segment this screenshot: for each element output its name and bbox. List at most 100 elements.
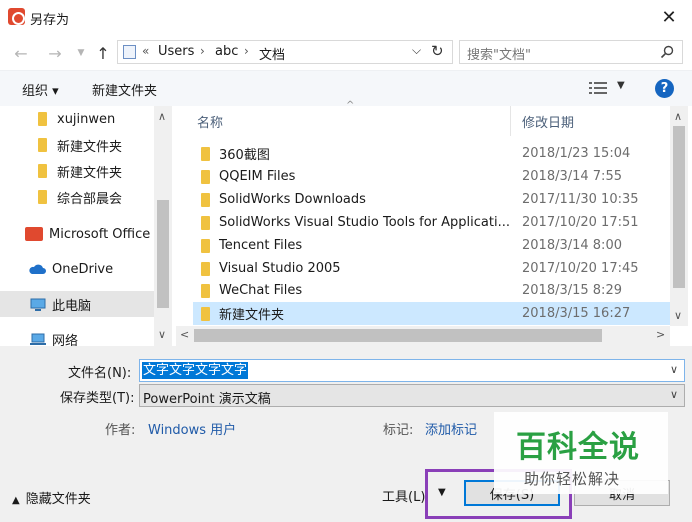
- filename-label: 文件名(N):: [68, 366, 132, 381]
- hide-folders-toggle[interactable]: ▲ 隐藏文件夹: [12, 488, 91, 507]
- scroll-up-icon[interactable]: ∧: [158, 110, 166, 123]
- address-bar[interactable]: « Users › abc › 文档 ⌵ ↻: [117, 40, 453, 64]
- breadcrumb-documents[interactable]: 文档: [259, 44, 285, 63]
- recent-locations-button[interactable]: ▼: [70, 42, 92, 64]
- column-header-name[interactable]: 名称: [197, 112, 223, 131]
- organize-menu[interactable]: 组织 ▾: [22, 80, 59, 99]
- sidebar-item-label: OneDrive: [52, 261, 114, 277]
- save-type-select[interactable]: PowerPoint 演示文稿 ∨: [139, 384, 685, 407]
- sidebar-item-label: 综合部晨会: [57, 191, 123, 207]
- breadcrumb-overflow[interactable]: «: [142, 44, 149, 58]
- file-list: ^ 名称 修改日期 360截图 2018/1/23 15:04 QQEIM Fi…: [176, 100, 692, 346]
- chevron-down-icon: ▼: [77, 48, 85, 58]
- sidebar-scrollbar[interactable]: ∧ ∨: [154, 106, 172, 346]
- view-dropdown-icon[interactable]: ▼: [617, 80, 625, 91]
- up-button[interactable]: ↑: [92, 42, 114, 64]
- view-options-icon[interactable]: [589, 81, 607, 95]
- network-icon: [30, 333, 46, 345]
- folder-icon: [201, 146, 210, 161]
- breadcrumb-separator-icon[interactable]: ›: [200, 44, 205, 58]
- chevron-down-icon[interactable]: ∨: [670, 388, 678, 401]
- chevron-up-icon: ▲: [12, 495, 20, 506]
- sidebar-item-this-pc[interactable]: 此电脑: [0, 291, 154, 317]
- scroll-down-icon[interactable]: ∨: [674, 309, 682, 322]
- file-name: WeChat Files: [219, 283, 303, 298]
- chevron-down-icon[interactable]: ∨: [670, 363, 678, 376]
- add-tags-link[interactable]: 添加标记: [425, 419, 477, 438]
- file-row[interactable]: 360截图 2018/1/23 15:04: [193, 142, 671, 165]
- watermark: 百科全说 助你轻松解决: [494, 412, 668, 494]
- folder-icon: [201, 261, 210, 276]
- breadcrumb-separator-icon[interactable]: ›: [244, 44, 249, 58]
- sidebar-item-new-folder-2[interactable]: 新建文件夹: [0, 158, 154, 184]
- folder-icon: [38, 190, 47, 204]
- sidebar-item-label: Microsoft Office: [49, 226, 151, 242]
- filename-selected-text[interactable]: 文字文字文字文字: [142, 362, 249, 379]
- search-input[interactable]: 搜索"文档": [467, 44, 531, 63]
- file-date: 2018/3/14 8:00: [522, 238, 622, 253]
- save-type-label: 保存类型(T):: [60, 391, 135, 406]
- sidebar-item-new-folder-1[interactable]: 新建文件夹: [0, 132, 154, 158]
- column-divider[interactable]: [510, 106, 511, 136]
- file-date: 2018/3/15 8:29: [522, 283, 622, 298]
- file-date: 2018/3/14 7:55: [522, 169, 622, 184]
- file-row[interactable]: QQEIM Files 2018/3/14 7:55: [193, 165, 671, 188]
- sidebar-item-xujinwen[interactable]: xujinwen: [0, 106, 154, 132]
- horizontal-scroll-thumb[interactable]: [194, 329, 602, 342]
- filename-input[interactable]: 文字文字文字文字 ∨: [139, 359, 685, 382]
- column-header-date[interactable]: 修改日期: [522, 112, 574, 131]
- tools-menu[interactable]: 工具(L): [382, 486, 425, 505]
- navigation-bar: ← → ▼ ↑ « Users › abc › 文档 ⌵ ↻ 搜索"文档": [0, 34, 692, 70]
- folder-icon: [201, 306, 210, 321]
- tags-label: 标记:: [383, 423, 414, 438]
- file-list-vertical-scrollbar[interactable]: ∧ ∨: [670, 106, 688, 326]
- scroll-up-icon[interactable]: ∧: [674, 110, 682, 123]
- search-box[interactable]: 搜索"文档": [459, 40, 683, 64]
- file-row[interactable]: WeChat Files 2018/3/15 8:29: [193, 279, 671, 302]
- navigation-pane: xujinwen 新建文件夹 新建文件夹 综合部晨会 Microsoft Off…: [0, 106, 176, 349]
- breadcrumb-abc[interactable]: abc: [215, 44, 238, 59]
- file-row-selected[interactable]: 新建文件夹 2018/3/15 16:27: [193, 302, 671, 325]
- sidebar-item-microsoft-office[interactable]: Microsoft Office: [0, 221, 154, 247]
- scroll-down-icon[interactable]: ∨: [158, 328, 166, 341]
- sidebar-scroll-thumb[interactable]: [157, 200, 169, 308]
- author-value[interactable]: Windows 用户: [148, 419, 236, 438]
- back-button[interactable]: ←: [10, 42, 32, 64]
- window-title: 另存为: [30, 13, 70, 28]
- sidebar-item-onedrive[interactable]: OneDrive: [0, 256, 154, 282]
- file-row[interactable]: Visual Studio 2005 2017/10/20 17:45: [193, 257, 671, 280]
- file-name: 新建文件夹: [219, 308, 285, 323]
- hide-folders-label: 隐藏文件夹: [25, 492, 91, 507]
- folder-icon: [38, 112, 47, 126]
- forward-button[interactable]: →: [44, 42, 66, 64]
- computer-icon: [30, 298, 46, 311]
- scroll-left-icon[interactable]: <: [180, 328, 189, 341]
- help-icon[interactable]: ?: [655, 79, 674, 98]
- folder-icon: [201, 192, 210, 207]
- folder-icon: [38, 164, 47, 178]
- sidebar-item-label: 新建文件夹: [57, 165, 123, 181]
- title-bar: 另存为 ✕: [0, 0, 692, 34]
- breadcrumb-users[interactable]: Users: [158, 44, 194, 59]
- new-folder-button[interactable]: 新建文件夹: [92, 80, 157, 99]
- file-date: 2018/3/15 16:27: [522, 306, 631, 321]
- close-button[interactable]: ✕: [646, 0, 692, 34]
- author-label: 作者:: [105, 423, 136, 438]
- folder-icon: [38, 138, 47, 152]
- file-date: 2018/1/23 15:04: [522, 146, 631, 161]
- file-row[interactable]: SolidWorks Visual Studio Tools for Appli…: [193, 211, 671, 234]
- save-type-value: PowerPoint 演示文稿: [143, 392, 271, 407]
- scroll-right-icon[interactable]: >: [656, 328, 665, 341]
- folder-icon: [201, 169, 210, 184]
- sidebar-item-label: xujinwen: [57, 111, 116, 127]
- file-row[interactable]: Tencent Files 2018/3/14 8:00: [193, 234, 671, 257]
- sidebar-item-meeting[interactable]: 综合部晨会: [0, 184, 154, 210]
- refresh-icon[interactable]: ↻: [431, 42, 444, 60]
- arrow-up-icon: ↑: [96, 43, 110, 63]
- file-date: 2017/10/20 17:51: [522, 215, 639, 230]
- vertical-scroll-thumb[interactable]: [673, 126, 685, 288]
- file-row[interactable]: SolidWorks Downloads 2017/11/30 10:35: [193, 188, 671, 211]
- file-name: QQEIM Files: [219, 169, 296, 184]
- file-list-horizontal-scrollbar[interactable]: < >: [176, 326, 670, 346]
- address-dropdown-icon[interactable]: ⌵: [412, 43, 421, 58]
